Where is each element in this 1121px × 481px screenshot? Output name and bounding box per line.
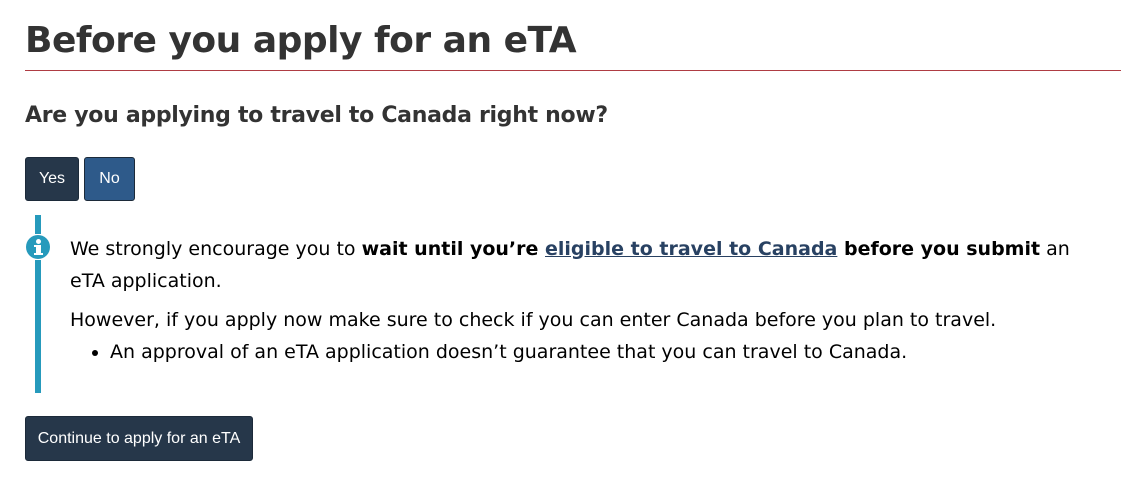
page-title: Before you apply for an eTA (25, 20, 577, 61)
continue-apply-button[interactable]: Continue to apply for an eTA (25, 416, 253, 461)
title-divider (25, 70, 1121, 71)
notice-text-start: We strongly encourage you to (70, 238, 362, 260)
notice-bullet-item: An approval of an eTA application doesn’… (110, 336, 1110, 368)
info-notice: We strongly encourage you to wait until … (25, 215, 1121, 393)
travel-question: Are you applying to travel to Canada rig… (25, 103, 608, 128)
notice-paragraph-1: We strongly encourage you to wait until … (70, 233, 1110, 297)
info-icon-wrapper (25, 234, 51, 260)
page-container: Before you apply for an eTA Are you appl… (25, 0, 1121, 481)
info-circle-icon (26, 235, 50, 259)
info-notice-body: We strongly encourage you to wait until … (70, 233, 1110, 368)
notice-bold-wait: wait until you’re (361, 238, 546, 260)
no-button[interactable]: No (84, 157, 135, 201)
notice-bullet-list: An approval of an eTA application doesn’… (70, 336, 1110, 368)
notice-paragraph-2: However, if you apply now make sure to c… (70, 309, 997, 331)
yes-button[interactable]: Yes (25, 157, 79, 201)
notice-bold-submit: before you submit (837, 238, 1041, 260)
eligible-to-travel-link[interactable]: eligible to travel to Canada (545, 238, 837, 260)
